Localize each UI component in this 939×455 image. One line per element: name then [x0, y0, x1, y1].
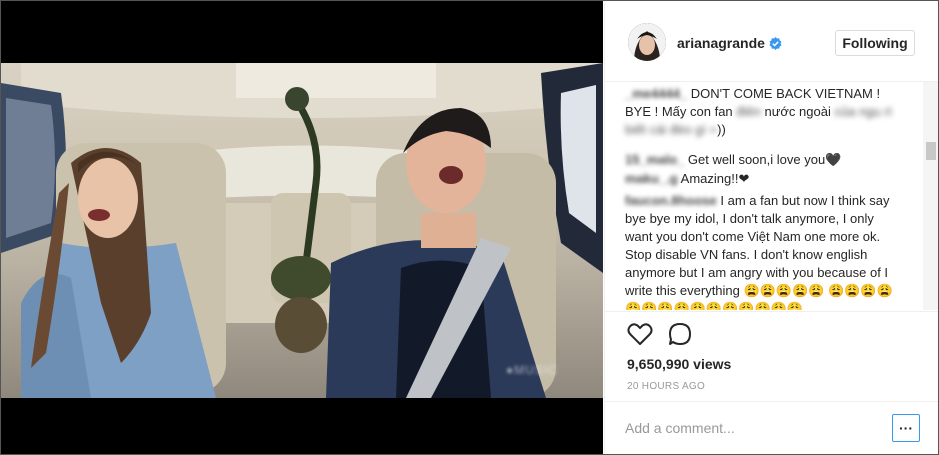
instagram-post-window: ●MUSIC arianagrande Following _me4444_ D…	[0, 0, 939, 455]
following-button[interactable]: Following	[835, 30, 915, 56]
comment-text: Get well soon,i love you🖤	[684, 152, 842, 167]
comment-username[interactable]: faucon.8hoose	[625, 193, 717, 208]
avatar[interactable]	[628, 23, 666, 61]
more-options-button[interactable]: ···	[892, 414, 920, 442]
post-side-panel: arianagrande Following _me4444_ DON'T CO…	[604, 1, 938, 454]
post-actions	[605, 311, 938, 352]
verified-badge-icon	[769, 37, 782, 50]
comment-username[interactable]: 15_malo_	[625, 152, 684, 167]
comments-scrollbar[interactable]	[923, 82, 938, 310]
post-timestamp[interactable]: 20 HOURS AGO	[627, 381, 705, 392]
comment-item: maku_.g Amazing!!❤	[625, 170, 899, 188]
username-link[interactable]: arianagrande	[677, 35, 765, 51]
comment-bubble-icon[interactable]	[668, 322, 692, 346]
view-count[interactable]: 9,650,990 views	[627, 356, 731, 372]
comment-text: điên	[736, 104, 761, 119]
comment-text: I am a fan but now I think say bye bye m…	[625, 193, 893, 310]
post-header: arianagrande Following	[605, 1, 938, 82]
scrollbar-thumb[interactable]	[926, 142, 936, 160]
comment-item: faucon.8hoose I am a fan but now I think…	[625, 192, 899, 310]
comment-item: 15_malo_ Get well soon,i love you🖤	[625, 151, 899, 169]
comment-text: Amazing!!❤	[677, 171, 750, 186]
comment-item: _me4444_ DON'T COME BACK VIETNAM ! BYE !…	[625, 85, 899, 139]
comments-list[interactable]: _me4444_ DON'T COME BACK VIETNAM ! BYE !…	[605, 82, 938, 310]
add-comment-section: ···	[605, 401, 938, 454]
comment-text: nước ngoài	[760, 104, 835, 119]
comment-input[interactable]	[625, 416, 865, 440]
comment-username[interactable]: _me4444_	[625, 86, 687, 101]
avatar-image	[628, 23, 666, 61]
video-scene-illustration	[1, 63, 603, 398]
video-player[interactable]: ●MUSIC	[1, 1, 603, 454]
video-watermark: ●MUSIC	[506, 363, 558, 377]
comment-text: ))	[717, 122, 726, 137]
comment-username[interactable]: maku_.g	[625, 171, 678, 186]
video-frame[interactable]: ●MUSIC	[1, 63, 603, 398]
heart-icon[interactable]	[627, 322, 653, 346]
